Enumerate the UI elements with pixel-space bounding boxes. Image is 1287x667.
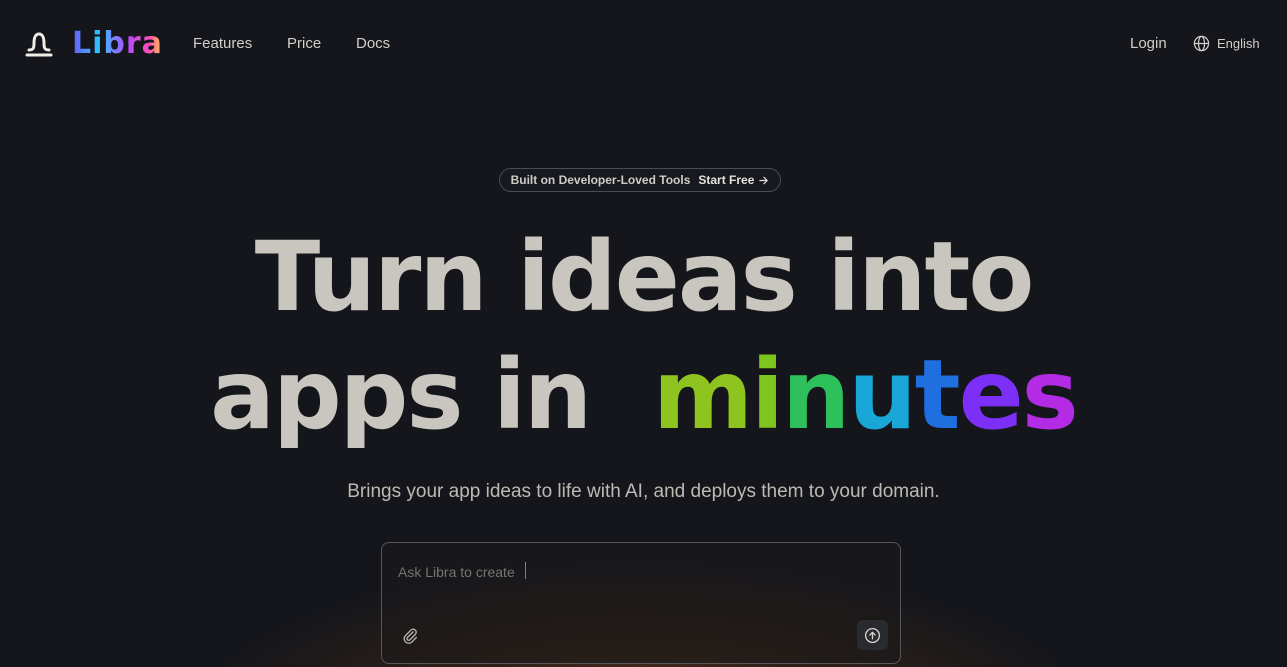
highlight-letter: u <box>848 339 916 451</box>
highlight-letter: e <box>958 339 1024 451</box>
prompt-input[interactable] <box>398 561 878 583</box>
hero-title-line1: Turn ideas into <box>254 221 1035 333</box>
paperclip-icon[interactable] <box>401 626 419 644</box>
start-free-label: Start Free <box>698 173 755 187</box>
badge-text: Built on Developer-Loved Tools <box>510 173 691 187</box>
highlight-letter: m <box>653 339 753 451</box>
highlight-letter: s <box>1021 339 1079 451</box>
language-label: English <box>1217 36 1260 51</box>
login-link[interactable]: Login <box>1130 35 1167 52</box>
text-caret <box>525 562 526 579</box>
hero-subtitle: Brings your app ideas to life with AI, a… <box>347 481 940 502</box>
top-nav: Libra Features Price Docs Login English <box>0 0 1287 88</box>
arrow-right-icon <box>759 176 769 184</box>
hero-highlight-word: minutes <box>653 339 1079 451</box>
libra-scale-icon[interactable] <box>24 29 54 59</box>
highlight-letter: n <box>781 339 850 451</box>
highlight-letter: i <box>751 339 784 451</box>
nav-docs[interactable]: Docs <box>356 35 390 52</box>
prompt-box <box>381 542 901 664</box>
globe-icon <box>1193 35 1210 52</box>
nav-features[interactable]: Features <box>193 35 252 52</box>
hero-title-prefix: apps in <box>210 339 592 451</box>
nav-price[interactable]: Price <box>287 35 321 52</box>
brand-logo[interactable]: Libra <box>72 26 163 62</box>
hero-title-line2: apps in minutes <box>0 340 1287 450</box>
send-button[interactable] <box>857 620 888 650</box>
announcement-badge[interactable]: Built on Developer-Loved Tools Start Fre… <box>499 168 781 192</box>
language-selector[interactable]: English <box>1193 35 1260 52</box>
landing-page: Libra Features Price Docs Login English … <box>0 0 1287 667</box>
highlight-letter: t <box>914 339 961 451</box>
arrow-up-circle-icon <box>864 627 881 643</box>
start-free-link[interactable]: Start Free <box>698 173 769 187</box>
